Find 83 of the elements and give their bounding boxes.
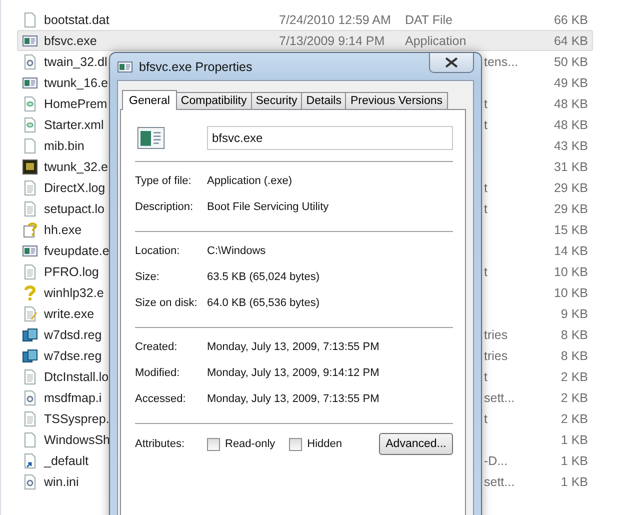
file-date: 7/13/2009 9:14 PM <box>279 34 386 48</box>
file-type: t <box>484 118 488 132</box>
file-type: Application <box>405 34 468 48</box>
file-name: bfsvc.exe <box>44 34 97 48</box>
file-size: 48 KB <box>554 96 588 110</box>
file-name: Starter.xml <box>44 118 104 132</box>
file-size: 2 KB <box>560 370 588 384</box>
file-name: PFRO.log <box>44 264 99 278</box>
property-label: Created: <box>135 341 178 353</box>
file-name: DirectX.log <box>44 180 106 194</box>
file-name: setupact.lo <box>44 202 104 216</box>
file-size: 31 KB <box>554 160 588 174</box>
file-type: t <box>484 180 488 194</box>
file-type: t <box>484 264 488 278</box>
file-type: t <box>484 412 488 426</box>
file-name: DtcInstall.lo <box>44 370 109 384</box>
file-name: bootstat.dat <box>44 12 110 26</box>
file-type: t <box>484 96 488 110</box>
file-type: t <box>484 370 488 384</box>
file-type: sett... <box>484 474 515 488</box>
file-size: 1 KB <box>560 432 588 446</box>
file-name: win.ini <box>44 474 79 488</box>
file-size: 15 KB <box>554 222 588 236</box>
file-name: winhlp32.e <box>44 286 104 300</box>
file-type: t <box>484 202 488 216</box>
file-name: _default <box>44 454 88 468</box>
property-value: Monday, July 13, 2009, 9:14:12 PM <box>207 367 380 379</box>
file-date: 7/24/2010 12:59 AM <box>279 12 392 26</box>
file-name: w7dsd.reg <box>44 328 102 342</box>
file-size: 9 KB <box>560 306 588 320</box>
file-name: twunk_16.e <box>44 76 108 90</box>
file-name: HomePrem <box>44 96 108 110</box>
property-label: Modified: <box>135 367 181 379</box>
file-size: 64 KB <box>554 34 588 48</box>
property-value: Application (.exe) <box>207 175 292 187</box>
property-value: Boot File Servicing Utility <box>207 201 329 213</box>
file-type: sett... <box>484 390 515 404</box>
file-type: tries <box>484 328 508 342</box>
file-type: DAT File <box>405 12 454 26</box>
property-label: Description: <box>135 201 194 213</box>
file-size: 10 KB <box>554 264 588 278</box>
property-value: Monday, July 13, 2009, 7:13:55 PM <box>207 341 380 353</box>
property-value: C:\Windows <box>207 245 266 257</box>
file-name: mib.bin <box>44 138 84 152</box>
window-title: bfsvc.exe Properties <box>139 60 252 74</box>
file-name: WindowsSh <box>44 432 110 446</box>
file-size: 10 KB <box>554 286 588 300</box>
property-value: Monday, July 13, 2009, 7:13:55 PM <box>207 393 380 405</box>
file-size: 2 KB <box>560 390 588 404</box>
checkbox-label: Hidden <box>307 438 342 450</box>
property-label: Attributes: <box>135 438 186 450</box>
file-name: write.exe <box>44 306 94 320</box>
file-size: 48 KB <box>554 118 588 132</box>
property-value: 64.0 KB (65,536 bytes) <box>207 297 320 309</box>
property-label: Size: <box>135 271 160 283</box>
file-size: 8 KB <box>560 348 588 362</box>
file-name: w7dse.reg <box>44 348 102 362</box>
file-name: hh.exe <box>44 222 82 236</box>
file-size: 49 KB <box>554 76 588 90</box>
file-size: 1 KB <box>560 454 588 468</box>
property-label: Accessed: <box>135 393 187 405</box>
file-type: tries <box>484 348 508 362</box>
property-label: Location: <box>135 245 181 257</box>
file-name: TSSysprep. <box>44 412 110 426</box>
file-size: 8 KB <box>560 328 588 342</box>
file-size: 1 KB <box>560 474 588 488</box>
file-size: 50 KB <box>554 54 588 68</box>
file-name: msdfmap.i <box>44 390 102 404</box>
file-size: 2 KB <box>560 412 588 426</box>
file-type: tens... <box>484 54 518 68</box>
file-size: 14 KB <box>554 244 588 258</box>
file-size: 29 KB <box>554 180 588 194</box>
property-label: Type of file: <box>135 175 192 187</box>
property-label: Size on disk: <box>135 297 198 309</box>
file-size: 29 KB <box>554 202 588 216</box>
property-value: 63.5 KB (65,024 bytes) <box>207 271 320 283</box>
file-name: twunk_32.e <box>44 160 108 174</box>
file-name: twain_32.dl <box>44 54 108 68</box>
checkbox-label: Read-only <box>225 438 276 450</box>
file-type: -D... <box>484 454 508 468</box>
file-size: 43 KB <box>554 138 588 152</box>
file-name: fveupdate.e <box>44 244 110 258</box>
file-size: 66 KB <box>554 12 588 26</box>
